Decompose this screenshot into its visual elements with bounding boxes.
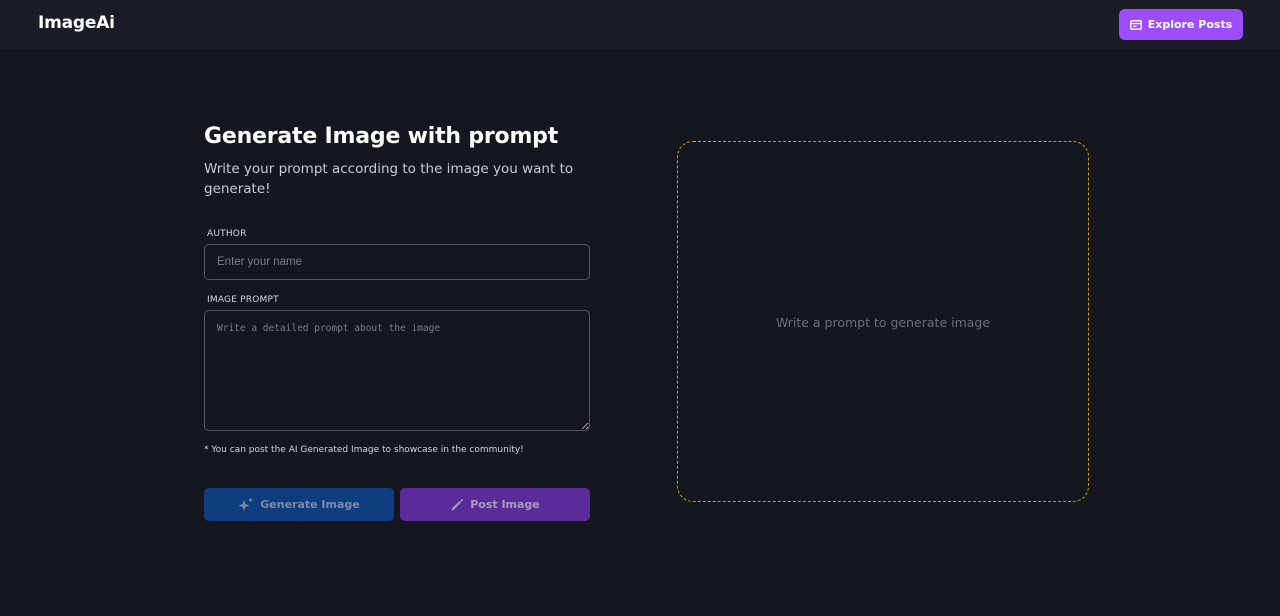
- image-prompt-textarea[interactable]: [204, 310, 590, 431]
- post-image-label: Post Image: [470, 498, 540, 511]
- preview-placeholder: Write a prompt to generate image: [775, 315, 991, 330]
- page-title: Generate Image with prompt: [204, 124, 559, 149]
- image-preview-area: Write a prompt to generate image: [677, 141, 1089, 502]
- generate-image-button[interactable]: Generate Image: [204, 488, 394, 521]
- image-prompt-label: IMAGE PROMPT: [207, 295, 279, 305]
- author-label: AUTHOR: [207, 229, 247, 239]
- posts-icon: [1129, 19, 1142, 30]
- page-subtitle: Write your prompt according to the image…: [204, 161, 574, 197]
- explore-posts-button[interactable]: Explore Posts: [1119, 9, 1243, 40]
- author-input[interactable]: [204, 244, 590, 280]
- community-note: * You can post the AI Generated Image to…: [204, 445, 524, 455]
- pencil-icon: [450, 498, 464, 512]
- navbar: ImageAi Explore Posts: [0, 0, 1280, 50]
- post-image-button[interactable]: Post Image: [400, 488, 590, 521]
- app-logo[interactable]: ImageAi: [38, 13, 115, 33]
- sparkle-icon: [238, 497, 254, 513]
- generate-image-label: Generate Image: [260, 498, 360, 511]
- explore-posts-label: Explore Posts: [1147, 18, 1233, 31]
